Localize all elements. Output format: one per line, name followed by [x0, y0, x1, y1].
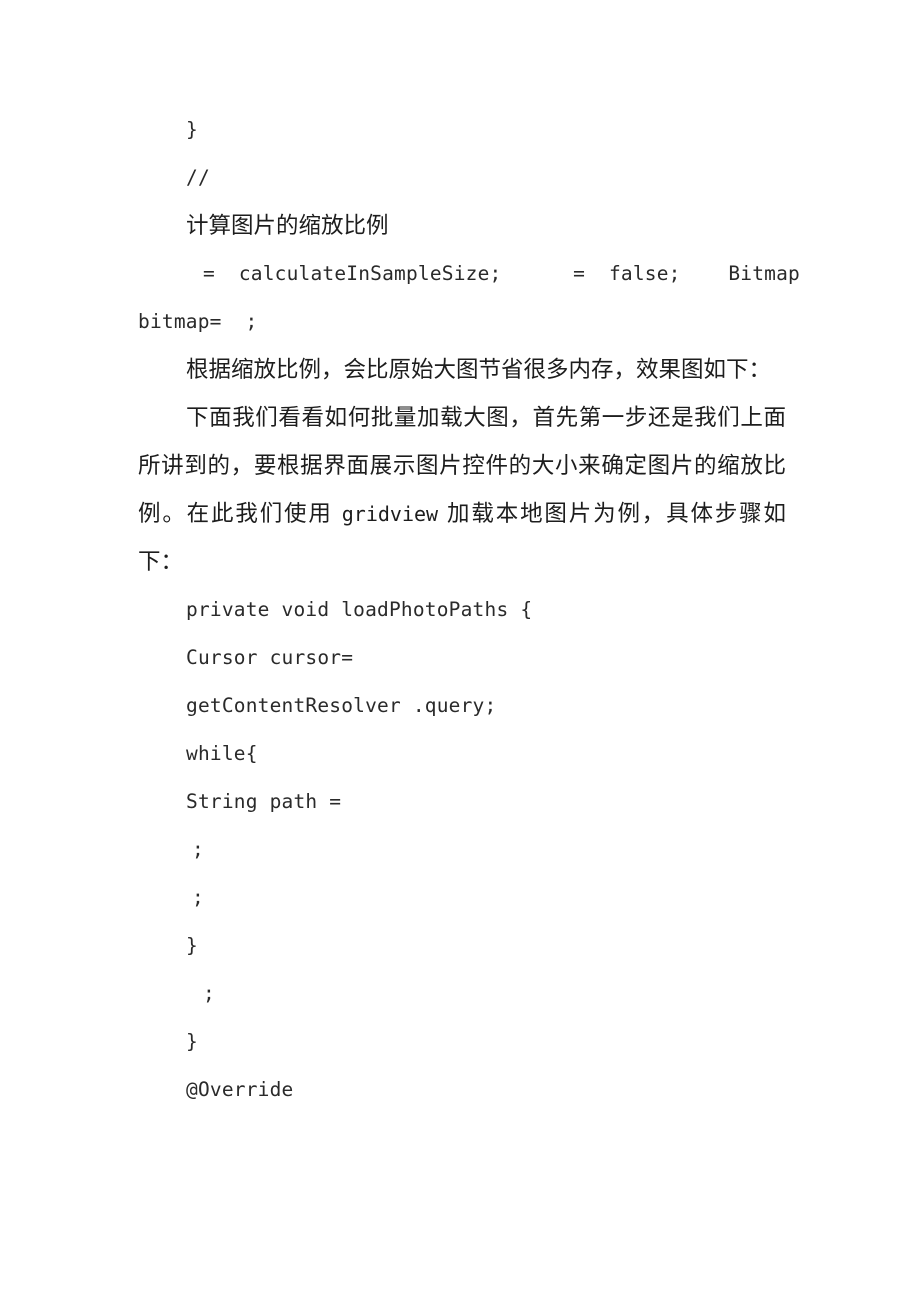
- document-body: } // 计算图片的缩放比例 = calculateInSampleSize; …: [138, 106, 800, 1114]
- code-line-close-brace-3: }: [186, 1030, 198, 1053]
- paragraph-batch-loading-gridview: gridview: [341, 502, 439, 526]
- code-comment-text-cjk: 计算图片的缩放比例: [186, 213, 389, 239]
- code-line-string-path: String path =: [186, 790, 342, 813]
- document-page: } // 计算图片的缩放比例 = calculateInSampleSize; …: [0, 0, 920, 1302]
- code-line-cursor-decl: Cursor cursor=: [186, 646, 354, 669]
- code-line-semicolon-3: ;: [203, 982, 215, 1005]
- paragraph-scale-memory: 根据缩放比例，会比原始大图节省很多内存，效果图如下：: [186, 357, 772, 383]
- code-line-while: while{: [186, 742, 258, 765]
- code-line-private-void-loadphotopaths: private void loadPhotoPaths {: [186, 598, 533, 621]
- paragraph-batch-loading: 下面我们看看如何批量加载大图，首先第一步还是我们上面所讲到的，要根据界面展示图片…: [138, 394, 786, 586]
- code-line-override-annotation: @Override: [186, 1078, 294, 1101]
- code-line-close-brace-1: }: [186, 118, 198, 141]
- code-line-getcontentresolver-query: getContentResolver .query;: [186, 694, 497, 717]
- code-line-semicolon-2: ;: [192, 886, 204, 909]
- code-line-comment-slashes: //: [186, 166, 210, 189]
- code-line-calculate-insamplesize: = calculateInSampleSize; = false; Bitmap: [203, 262, 800, 285]
- code-line-close-brace-2: }: [186, 934, 198, 957]
- code-line-semicolon-1: ;: [192, 838, 204, 861]
- code-line-bitmap-decl: bitmap= ;: [138, 310, 258, 333]
